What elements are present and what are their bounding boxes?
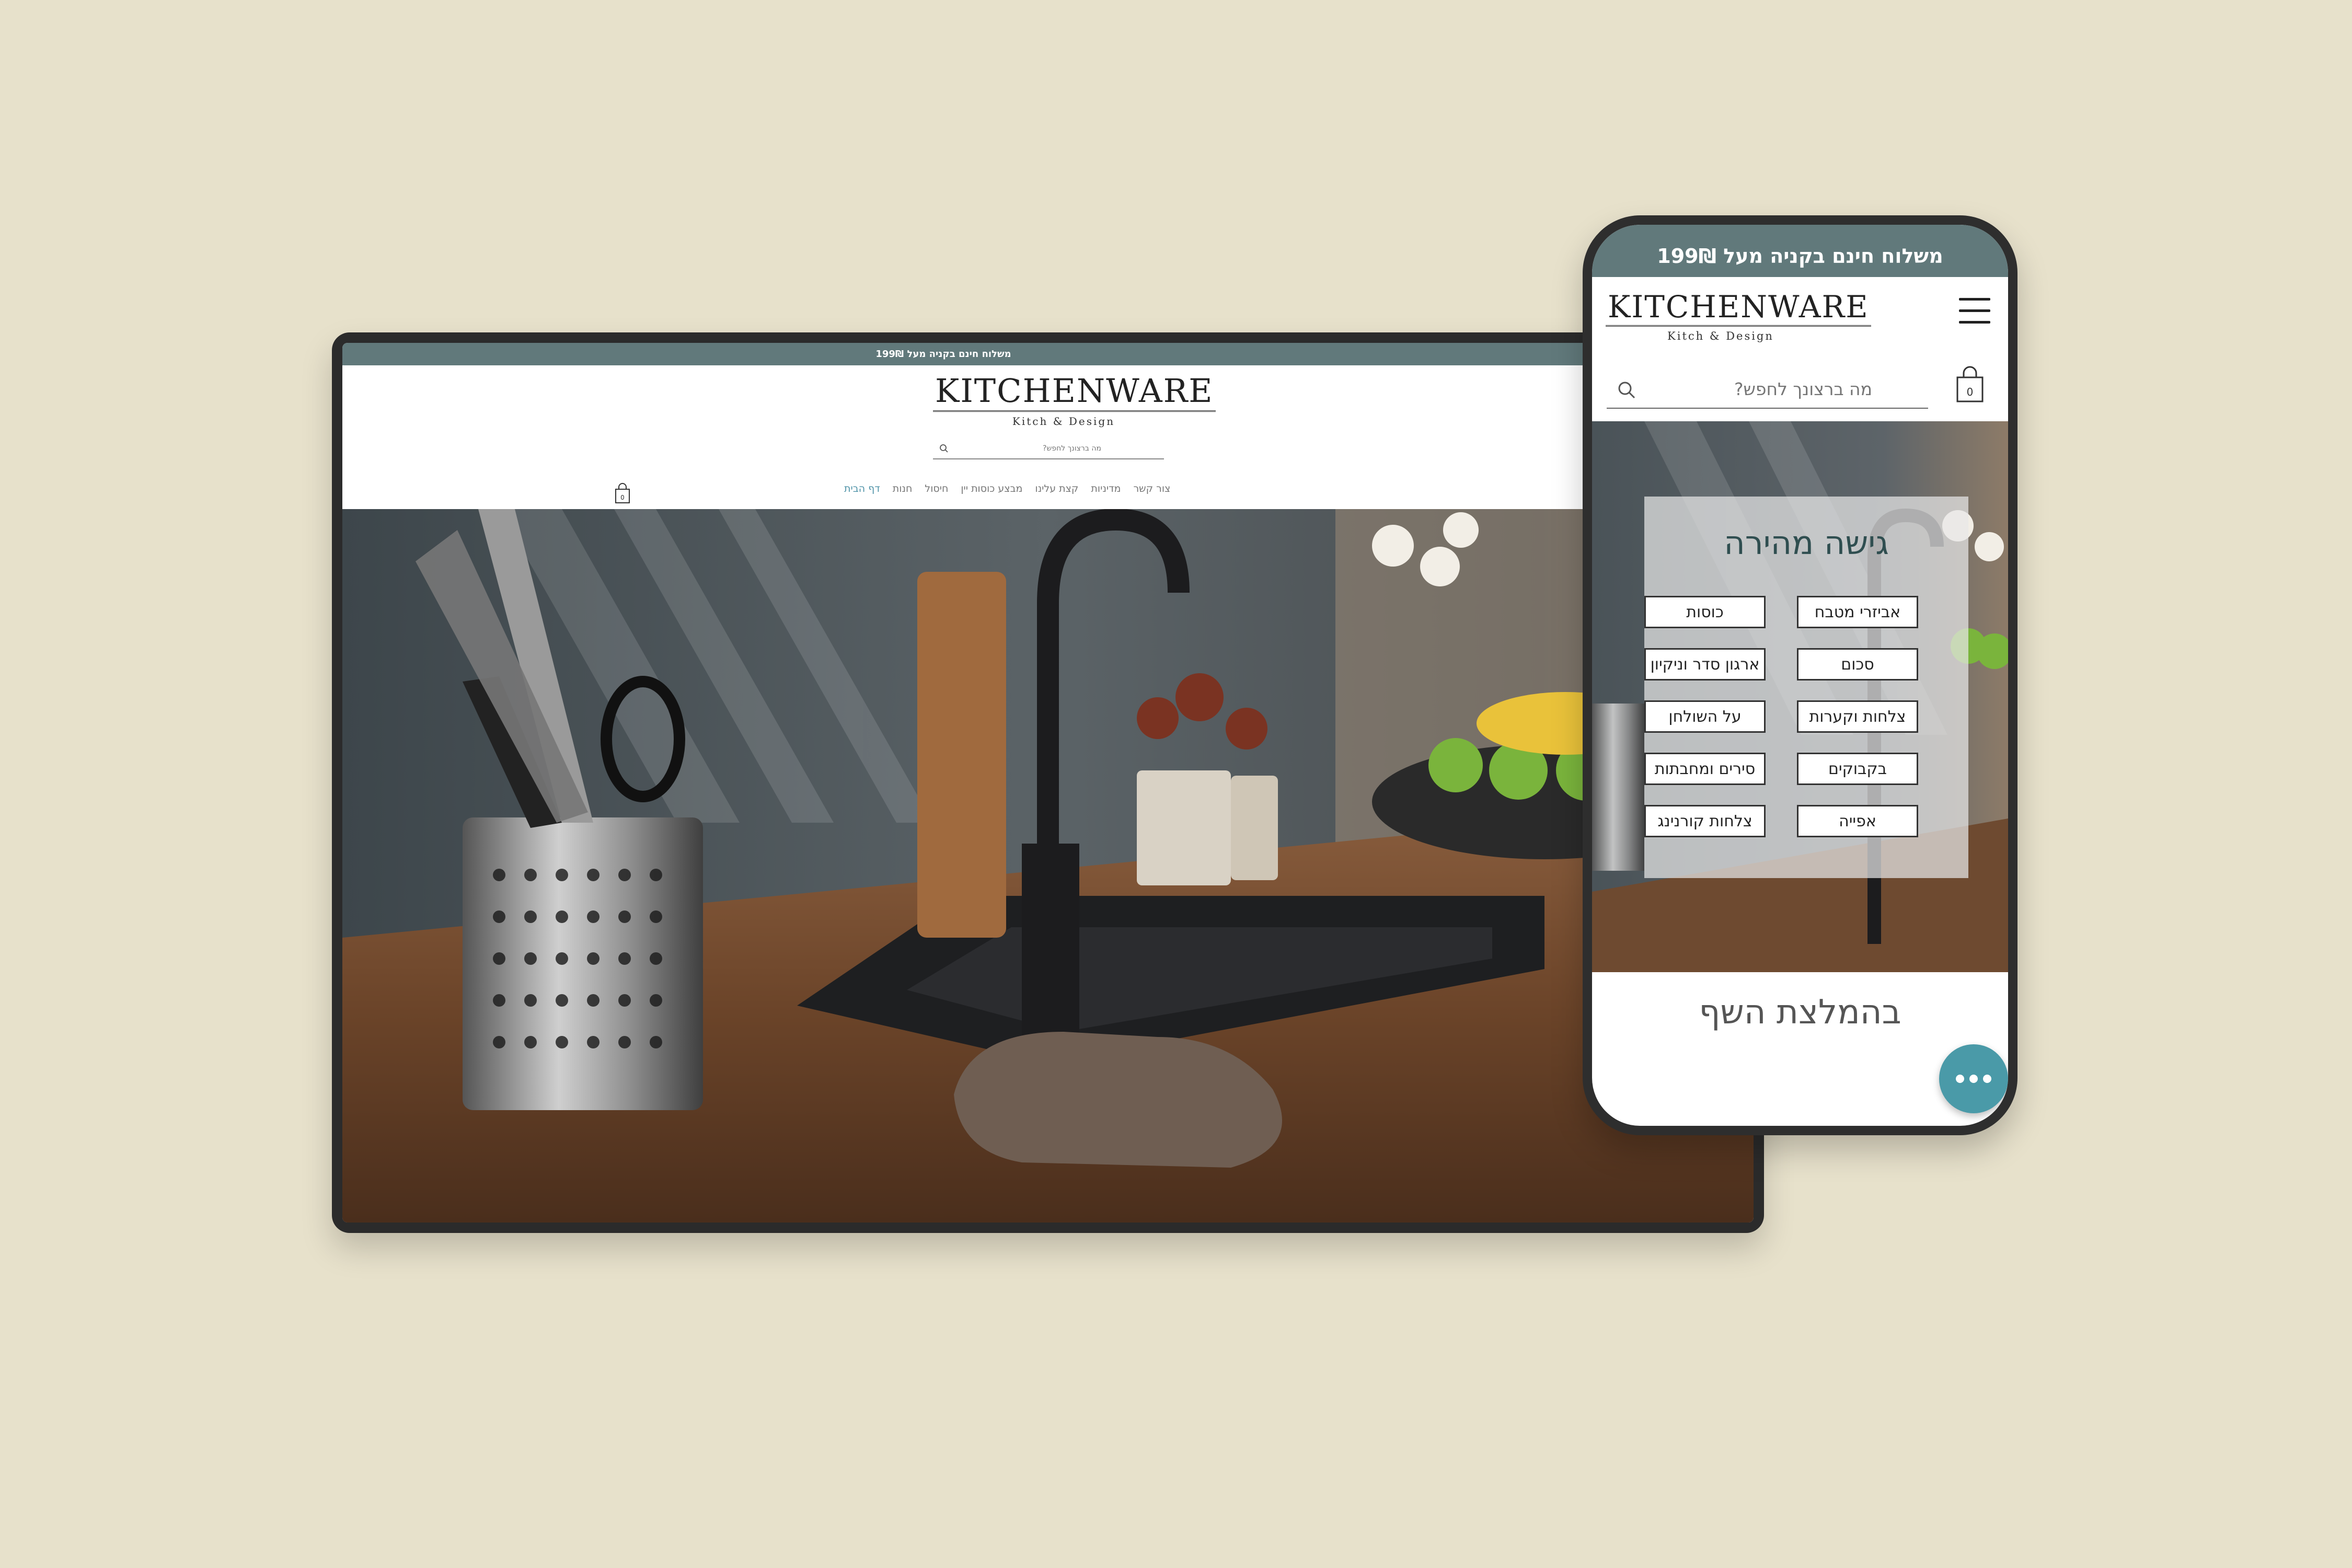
logo-subtitle-mobile: Kitch & Design (1667, 330, 1774, 342)
hero-kitchen-image (342, 509, 1754, 1223)
quick-btn-cutlery[interactable]: סכום (1797, 648, 1918, 681)
logo[interactable]: KITCHENWARE Kitch & Design (933, 375, 1216, 428)
desktop-mockup: משלוח חינם בקניה מעל 199₪ KITCHENWARE Ki… (332, 332, 1764, 1233)
quick-access-panel: גישה מהירה אביזרי מטבח כוסות סכום ארגון … (1644, 497, 1968, 878)
mobile-header: KITCHENWARE Kitch & Design 0 (1592, 277, 2008, 432)
cart-icon: 0 (1956, 366, 1984, 402)
site-header: KITCHENWARE Kitch & Design דף הבית חנות … (342, 365, 1754, 509)
menu-icon[interactable] (1959, 298, 1990, 332)
search-bar-mobile[interactable] (1607, 371, 1928, 409)
nav-about[interactable]: קצת עלינו (1035, 483, 1078, 494)
cart-count-mobile: 0 (1967, 386, 1974, 398)
quick-btn-kitchen-accessories[interactable]: אביזרי מטבח (1797, 596, 1918, 628)
promo-banner-mobile: משלוח חינם בקניה מעל 199₪ (1592, 225, 2008, 277)
promo-banner: משלוח חינם בקניה מעל 199₪ (342, 343, 1754, 365)
main-nav: דף הבית חנות חיסול מבצע כוסות יין קצת על… (844, 483, 1231, 494)
search-input[interactable] (933, 444, 1164, 453)
nav-contact[interactable]: צור קשר (1133, 483, 1170, 494)
search-icon[interactable] (1617, 381, 1637, 400)
quick-btn-corning-plates[interactable]: צלחות קורנינג (1644, 805, 1766, 837)
desktop-screen: משלוח חינם בקניה מעל 199₪ KITCHENWARE Ki… (342, 343, 1754, 1223)
quick-btn-tableware[interactable]: על השולחן (1644, 700, 1766, 733)
nav-clearance[interactable]: חיסול (925, 483, 948, 494)
cart-button[interactable]: 0 (613, 483, 632, 506)
phone-screen: משלוח חינם בקניה מעל 199₪ KITCHENWARE Ki… (1592, 225, 2008, 1126)
logo-mobile[interactable]: KITCHENWARE Kitch & Design (1606, 292, 1871, 342)
quick-btn-pots-pans[interactable]: סירים ומחבתות (1644, 753, 1766, 785)
quick-btn-glasses[interactable]: כוסות (1644, 596, 1766, 628)
chat-icon[interactable] (1939, 1044, 2008, 1113)
nav-wine-glasses-sale[interactable]: מבצע כוסות יין (961, 483, 1022, 494)
quick-access-title: גישה מהירה (1724, 524, 1889, 562)
quick-btn-organization[interactable]: ארגון סדר וניקיון (1644, 648, 1766, 681)
nav-policy[interactable]: מדיניות (1091, 483, 1121, 494)
search-icon[interactable] (939, 444, 949, 453)
logo-subtitle: Kitch & Design (1012, 415, 1115, 428)
nav-home[interactable]: דף הבית (844, 483, 880, 494)
quick-btn-plates-bowls[interactable]: צלחות וקערות (1797, 700, 1918, 733)
logo-title-mobile: KITCHENWARE (1606, 292, 1871, 327)
logo-title: KITCHENWARE (933, 375, 1216, 412)
mobile-hero: גישה מהירה אביזרי מטבח כוסות סכום ארגון … (1592, 421, 2008, 972)
search-bar[interactable] (933, 439, 1164, 459)
nav-shop[interactable]: חנות (893, 483, 913, 494)
cart-icon: 0 (615, 483, 630, 503)
quick-btn-bottles[interactable]: בקבוקים (1797, 753, 1918, 785)
quick-btn-baking[interactable]: אפייה (1797, 805, 1918, 837)
search-input-mobile[interactable] (1662, 378, 1873, 400)
cart-count: 0 (620, 494, 625, 501)
phone-mockup: משלוח חינם בקניה מעל 199₪ KITCHENWARE Ki… (1583, 215, 2017, 1135)
cart-button-mobile[interactable]: 0 (1954, 366, 1986, 406)
chef-recommendation-heading: בהמלצת השף (1699, 993, 1901, 1032)
